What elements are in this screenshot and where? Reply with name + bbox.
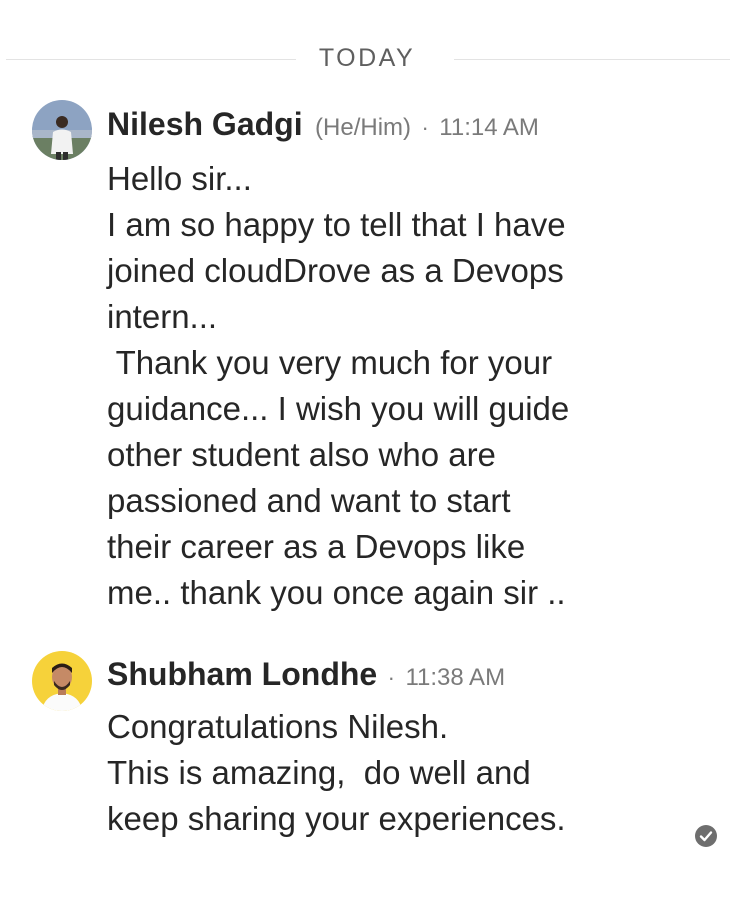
message-line: Congratulations Nilesh. bbox=[107, 708, 449, 745]
message-line: keep sharing your experiences. bbox=[107, 800, 566, 837]
separator-line-right bbox=[454, 59, 730, 60]
message-header: Shubham Londhe · 11:38 AM bbox=[107, 656, 505, 693]
message-line: other student also who are bbox=[107, 436, 496, 473]
header-dot: · bbox=[421, 115, 429, 140]
message-line: Hello sir... bbox=[107, 160, 252, 197]
message-line: guidance... I wish you will guide bbox=[107, 390, 570, 427]
avatar-photo bbox=[32, 100, 92, 160]
sender-pronouns: (He/Him) bbox=[315, 114, 412, 141]
message-line: I am so happy to tell that I have bbox=[107, 206, 566, 243]
message-line: me.. thank you once again sir .. bbox=[107, 574, 566, 611]
sender-name[interactable]: Shubham Londhe bbox=[107, 656, 377, 692]
message-line: intern... bbox=[107, 298, 218, 335]
avatar-photo bbox=[32, 651, 92, 711]
sender-name[interactable]: Nilesh Gadgi bbox=[107, 106, 303, 142]
message-line: joined cloudDrove as a Devops bbox=[107, 252, 564, 289]
date-separator: TODAY bbox=[0, 40, 734, 80]
message-time: 11:38 AM bbox=[405, 664, 506, 691]
message-time: 11:14 AM bbox=[439, 114, 539, 141]
message-line: their career as a Devops like bbox=[107, 528, 526, 565]
avatar[interactable] bbox=[32, 651, 92, 711]
message-line: This is amazing, do well and bbox=[107, 754, 531, 791]
message-line: passioned and want to start bbox=[107, 482, 511, 519]
header-dot: · bbox=[387, 665, 395, 690]
avatar[interactable] bbox=[32, 100, 92, 160]
message-header: Nilesh Gadgi (He/Him) · 11:14 AM bbox=[107, 106, 539, 143]
check-circle-icon bbox=[694, 824, 718, 848]
message-line: Thank you very much for your bbox=[107, 344, 553, 381]
